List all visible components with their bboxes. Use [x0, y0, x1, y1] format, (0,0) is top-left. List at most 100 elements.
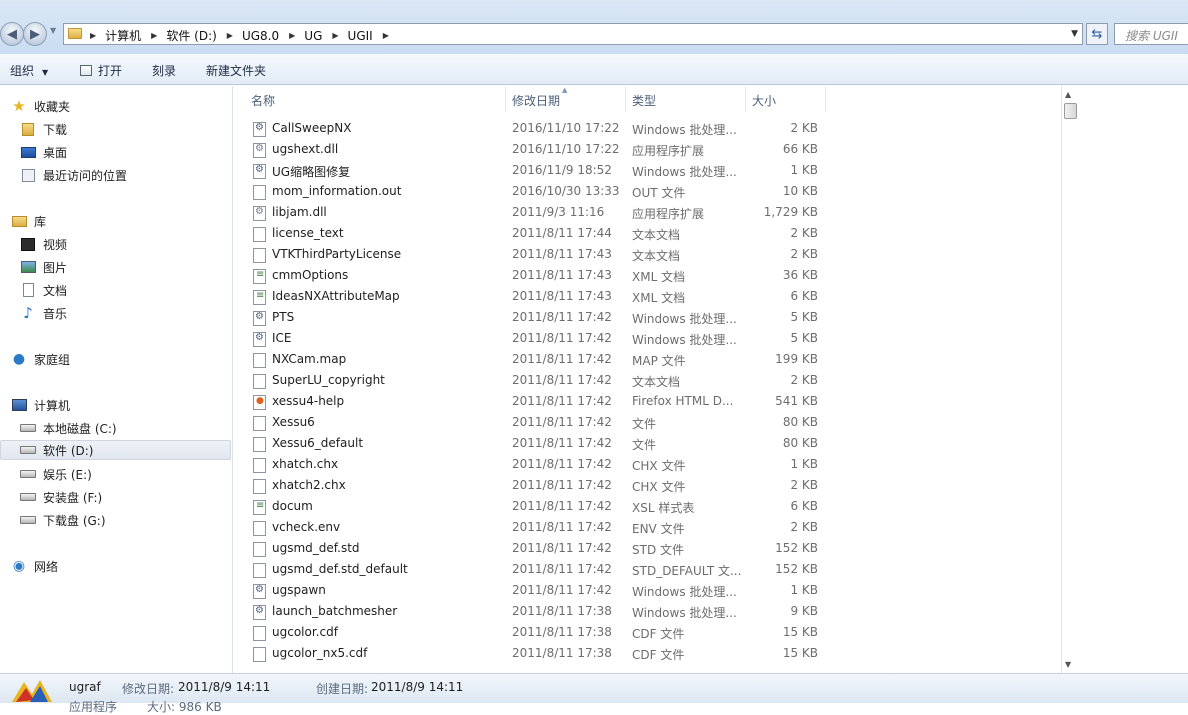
- burn-button[interactable]: 刻录: [152, 62, 176, 79]
- table-row[interactable]: cmmOptions 2011/8/11 17:43 XML 文档 36 KB: [234, 265, 834, 286]
- file-modified: 2011/8/11 17:42: [512, 352, 612, 366]
- breadcrumb-arrow-icon[interactable]: ▶: [151, 31, 157, 40]
- xml-file-icon: [253, 269, 266, 284]
- file-name: UG缩略图修复: [272, 165, 351, 179]
- table-row[interactable]: VTKThirdPartyLicense 2011/8/11 17:43 文本文档 2…: [234, 244, 834, 265]
- table-row[interactable]: Xessu6_default 2011/8/11 17:42 文件 80 KB: [234, 433, 834, 454]
- breadcrumb-arrow-icon[interactable]: ▶: [332, 31, 338, 40]
- library-icon: [11, 213, 27, 229]
- sidebar-item-libraries[interactable]: 库: [11, 211, 46, 231]
- breadcrumb-segment[interactable]: UGII: [348, 29, 373, 43]
- sidebar-item-videos[interactable]: 视频: [20, 234, 67, 254]
- breadcrumb-segment[interactable]: UG8.0: [242, 29, 279, 43]
- table-row[interactable]: Xessu6 2011/8/11 17:42 文件 80 KB: [234, 412, 834, 433]
- file-size: 199 KB: [775, 352, 818, 366]
- sidebar-item-label: 桌面: [43, 145, 68, 160]
- sidebar-item-music[interactable]: ♪ 音乐: [20, 303, 67, 323]
- sidebar-item-drive-c[interactable]: 本地磁盘 (C:): [20, 418, 117, 438]
- file-modified: 2011/8/11 17:42: [512, 562, 612, 576]
- sidebar-item-network[interactable]: ◉ 网络: [11, 556, 58, 576]
- sidebar-item-drive-e[interactable]: 娱乐 (E:): [20, 464, 92, 484]
- table-row[interactable]: CallSweepNX 2016/11/10 17:22 Windows 批处理..…: [234, 118, 834, 139]
- table-row[interactable]: launch_batchmesher 2011/8/11 17:38 Windows…: [234, 601, 834, 622]
- table-row[interactable]: ugspawn 2011/8/11 17:42 Windows 批处理... 1 KB: [234, 580, 834, 601]
- table-row[interactable]: ugcolor.cdf 2011/8/11 17:38 CDF 文件 15 KB: [234, 622, 834, 643]
- table-row[interactable]: xessu4-help 2011/8/11 17:42 Firefox HTML D…: [234, 391, 834, 412]
- sidebar-item-computer[interactable]: 计算机: [11, 395, 70, 415]
- sidebar-item-favorites[interactable]: ★ 收藏夹: [11, 96, 70, 116]
- open-button[interactable]: 打开: [80, 62, 122, 79]
- table-row[interactable]: IdeasNXAttributeMap 2011/8/11 17:43 XML 文档…: [234, 286, 834, 307]
- table-row[interactable]: docum 2011/8/11 17:42 XSL 样式表 6 KB: [234, 496, 834, 517]
- scroll-down-icon[interactable]: ▼: [1065, 660, 1071, 669]
- refresh-button[interactable]: ⇆: [1086, 23, 1108, 45]
- table-row[interactable]: SuperLU_copyright 2011/8/11 17:42 文本文档 2 KB: [234, 370, 834, 391]
- file-type: CHX 文件: [632, 480, 686, 494]
- table-row[interactable]: license_text 2011/8/11 17:44 文本文档 2 KB: [234, 223, 834, 244]
- vertical-scrollbar[interactable]: ▲ ▼: [1061, 86, 1078, 673]
- file-size: 1 KB: [790, 583, 818, 597]
- breadcrumb-arrow-icon[interactable]: ▶: [227, 31, 233, 40]
- organize-button[interactable]: 组织 ▼: [10, 62, 48, 79]
- scrollbar-thumb[interactable]: [1064, 103, 1077, 119]
- table-row[interactable]: ICE 2011/8/11 17:42 Windows 批处理... 5 KB: [234, 328, 834, 349]
- column-header-modified[interactable]: 修改日期: [506, 86, 626, 112]
- file-size: 36 KB: [782, 268, 818, 282]
- forward-button[interactable]: ▶: [23, 22, 47, 46]
- file-type: ENV 文件: [632, 522, 685, 536]
- new-folder-button[interactable]: 新建文件夹: [206, 62, 266, 79]
- sidebar-item-drive-d[interactable]: 软件 (D:): [0, 440, 231, 460]
- search-input[interactable]: 搜索 UGII: [1114, 23, 1188, 45]
- table-row[interactable]: vcheck.env 2011/8/11 17:42 ENV 文件 2 KB: [234, 517, 834, 538]
- sidebar-item-desktop[interactable]: 桌面: [20, 142, 67, 162]
- file-size: 1,729 KB: [763, 205, 818, 219]
- table-row[interactable]: mom_information.out 2016/10/30 13:33 OUT 文…: [234, 181, 834, 202]
- table-row[interactable]: xhatch.chx 2011/8/11 17:42 CHX 文件 1 KB: [234, 454, 834, 475]
- table-row[interactable]: xhatch2.chx 2011/8/11 17:42 CHX 文件 2 KB: [234, 475, 834, 496]
- table-row[interactable]: ugcolor_nx5.cdf 2011/8/11 17:38 CDF 文件 15 K…: [234, 643, 834, 664]
- sidebar-item-drive-f[interactable]: 安装盘 (F:): [20, 487, 102, 507]
- table-row[interactable]: ugsmd_def.std_default 2011/8/11 17:42 STD_…: [234, 559, 834, 580]
- file-modified: 2011/8/11 17:42: [512, 394, 612, 408]
- table-row[interactable]: UG缩略图修复 2016/11/9 18:52 Windows 批处理... 1 KB: [234, 160, 834, 181]
- breadcrumb[interactable]: ▶ 计算机 ▶ 软件 (D:) ▶ UG8.0 ▶ UG ▶ UGII ▶ ▼: [63, 23, 1083, 45]
- dll-file-icon: [253, 143, 266, 158]
- breadcrumb-segment[interactable]: 软件 (D:): [166, 27, 216, 44]
- sidebar-item-pictures[interactable]: 图片: [20, 257, 67, 277]
- breadcrumb-arrow-icon[interactable]: ▶: [90, 31, 96, 40]
- back-button[interactable]: ◀: [0, 22, 24, 46]
- column-header-name[interactable]: 名称: [245, 86, 506, 112]
- chevron-down-icon: ▼: [42, 68, 49, 77]
- table-row[interactable]: PTS 2011/8/11 17:42 Windows 批处理... 5 KB: [234, 307, 834, 328]
- file-size: 152 KB: [775, 541, 818, 555]
- address-dropdown-icon[interactable]: ▼: [1071, 29, 1078, 39]
- breadcrumb-arrow-icon[interactable]: ▶: [289, 31, 295, 40]
- sidebar-item-drive-g[interactable]: 下载盘 (G:): [20, 510, 106, 530]
- recent-pages-dropdown-icon[interactable]: ▼: [50, 26, 56, 35]
- file-type: 应用程序扩展: [632, 207, 705, 221]
- drive-icon: [20, 466, 36, 482]
- scroll-up-icon[interactable]: ▲: [1065, 90, 1071, 99]
- sidebar-item-label: 音乐: [43, 306, 68, 321]
- table-row[interactable]: NXCam.map 2011/8/11 17:42 MAP 文件 199 KB: [234, 349, 834, 370]
- file-name: Xessu6: [272, 415, 315, 429]
- column-header-size[interactable]: 大小: [746, 86, 826, 112]
- refresh-icon: ⇆: [1091, 26, 1103, 42]
- sidebar-item-documents[interactable]: 文档: [20, 280, 67, 300]
- breadcrumb-arrow-icon[interactable]: ▶: [383, 31, 389, 40]
- file-name: CallSweepNX: [272, 121, 352, 135]
- sidebar-item-recent[interactable]: 最近访问的位置: [20, 165, 127, 185]
- sidebar-item-downloads[interactable]: 下载: [20, 119, 67, 139]
- table-row[interactable]: libjam.dll 2011/9/3 11:16 应用程序扩展 1,729 KB: [234, 202, 834, 223]
- breadcrumb-segment[interactable]: UG: [304, 29, 322, 43]
- file-modified: 2011/8/11 17:42: [512, 415, 612, 429]
- file-modified: 2011/9/3 11:16: [512, 205, 605, 219]
- file-type: 应用程序扩展: [632, 144, 705, 158]
- table-row[interactable]: ugshext.dll 2016/11/10 17:22 应用程序扩展 66 KB: [234, 139, 834, 160]
- breadcrumb-segment[interactable]: 计算机: [105, 27, 141, 44]
- table-row[interactable]: ugsmd_def.std 2011/8/11 17:42 STD 文件 152 KB: [234, 538, 834, 559]
- column-header-type[interactable]: 类型: [626, 86, 746, 112]
- sidebar-item-homegroup[interactable]: ● 家庭组: [11, 349, 70, 369]
- html-file-icon: [253, 395, 266, 410]
- file-name: xessu4-help: [272, 394, 345, 408]
